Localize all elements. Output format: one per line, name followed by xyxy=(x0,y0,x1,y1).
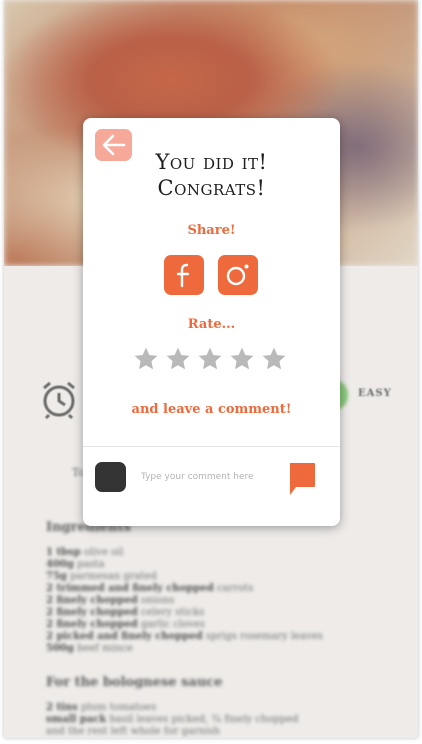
share-label: Share! xyxy=(187,223,236,238)
comment-input[interactable] xyxy=(141,467,277,487)
star-icon[interactable] xyxy=(133,346,159,372)
title-line-1: You did it! xyxy=(155,150,268,174)
comment-prompt: and leave a comment! xyxy=(131,402,292,417)
star-icon[interactable] xyxy=(165,346,191,372)
send-comment-button[interactable] xyxy=(287,461,317,497)
dialog-title: You did it! Congrats! xyxy=(83,149,340,201)
divider xyxy=(83,446,340,447)
facebook-icon xyxy=(176,263,190,288)
congrats-dialog: You did it! Congrats! Share! Rate... and… xyxy=(83,118,340,526)
facebook-share-button[interactable] xyxy=(164,255,204,295)
avatar xyxy=(95,462,126,492)
star-icon[interactable] xyxy=(229,346,255,372)
star-icon[interactable] xyxy=(197,346,223,372)
title-line-2: Congrats! xyxy=(157,176,266,200)
instagram-icon xyxy=(226,264,249,286)
rate-label: Rate... xyxy=(187,317,236,332)
speech-bubble-icon xyxy=(290,463,315,495)
star-icon[interactable] xyxy=(261,346,287,372)
instagram-share-button[interactable] xyxy=(218,255,258,295)
star-rating[interactable] xyxy=(133,346,287,372)
